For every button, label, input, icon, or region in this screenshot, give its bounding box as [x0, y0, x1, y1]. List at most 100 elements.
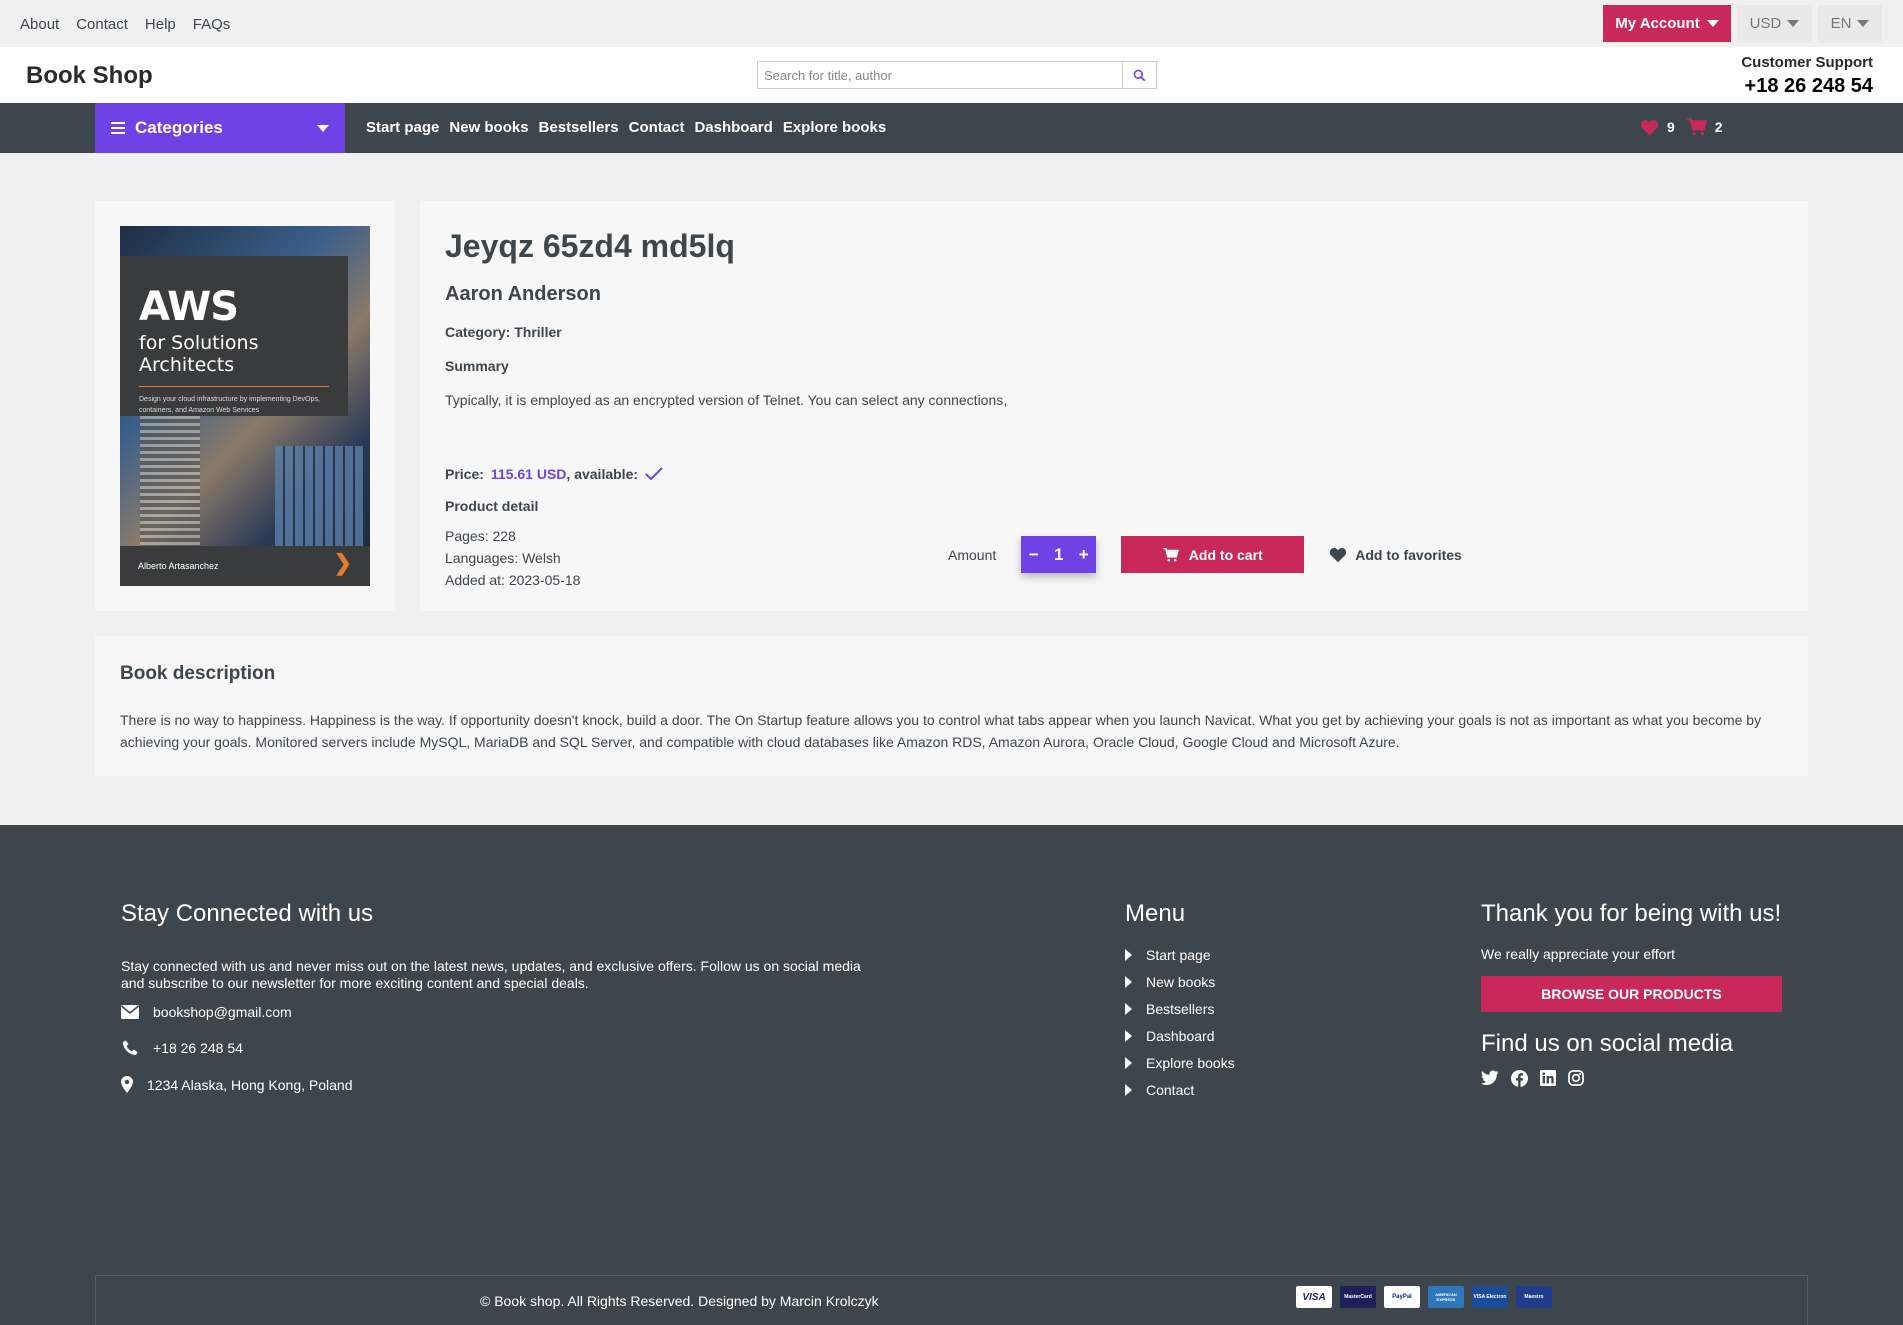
my-account-label: My Account [1615, 15, 1700, 32]
footer-menu-label: Dashboard [1146, 1027, 1215, 1044]
decrease-button[interactable]: − [1029, 545, 1039, 565]
top-bar: About Contact Help FAQs My Account USD E… [0, 0, 1903, 47]
add-to-favorites-button[interactable]: Add to favorites [1329, 547, 1462, 563]
quantity-value[interactable]: 1 [1054, 545, 1063, 565]
purchase-row: Amount − 1 + Add to cart Add to favorite… [948, 536, 1462, 573]
mastercard-icon: MasterCard [1340, 1286, 1376, 1308]
nav-icons: 9 2 [1640, 118, 1723, 136]
footer-menu-new-books[interactable]: New books [1125, 968, 1235, 995]
facebook-icon[interactable] [1511, 1070, 1528, 1087]
paypal-icon: PayPal [1384, 1286, 1420, 1308]
social-links [1481, 1070, 1782, 1087]
location-pin-icon [121, 1076, 133, 1093]
top-link-contact[interactable]: Contact [76, 16, 128, 33]
product-info-card: Jeyqz 65zd4 md5lq Aaron Anderson Categor… [420, 201, 1808, 611]
nav-contact[interactable]: Contact [629, 119, 685, 136]
footer-menu-dashboard[interactable]: Dashboard [1125, 1022, 1235, 1049]
chevron-down-icon [1857, 20, 1870, 27]
nav-links: Start page New books Bestsellers Contact… [366, 119, 886, 136]
nav-dashboard[interactable]: Dashboard [694, 119, 772, 136]
cart-count: 2 [1714, 119, 1723, 135]
footer-menu-label: Start page [1146, 946, 1211, 963]
footer-email-text[interactable]: bookshop@gmail.com [153, 1004, 292, 1020]
cart-icon[interactable] [1686, 118, 1707, 136]
categories-button[interactable]: Categories [95, 103, 345, 153]
caret-right-icon [1125, 1083, 1132, 1096]
price-row: Price: 115.61 USD , available: [445, 466, 663, 482]
caret-right-icon [1125, 1002, 1132, 1015]
maestro-icon: Maestro [1516, 1286, 1552, 1308]
my-account-button[interactable]: My Account [1603, 5, 1731, 42]
footer-menu-list: Start page New books Bestsellers Dashboa… [1125, 941, 1235, 1103]
twitter-icon[interactable] [1481, 1070, 1499, 1087]
caret-right-icon [1125, 948, 1132, 961]
chevron-down-icon [1787, 20, 1800, 27]
footer-menu: Menu Start page New books Bestsellers Da… [1125, 900, 1235, 1103]
available-label: , available: [566, 466, 639, 482]
top-link-help[interactable]: Help [145, 16, 176, 33]
support-label: Customer Support [1741, 54, 1873, 71]
heart-icon[interactable] [1640, 119, 1659, 136]
language-select[interactable]: EN [1818, 5, 1882, 42]
search-button[interactable] [1122, 62, 1156, 88]
book-cover: AWS for Solutions Architects Design your… [120, 226, 370, 586]
top-links: About Contact Help FAQs [20, 16, 230, 33]
footer-menu-contact[interactable]: Contact [1125, 1076, 1235, 1103]
summary-label: Summary [445, 358, 509, 374]
product-title: Jeyqz 65zd4 md5lq [445, 228, 735, 264]
nav-explore-books[interactable]: Explore books [783, 119, 886, 136]
currency-select[interactable]: USD [1737, 5, 1812, 42]
description-title: Book description [120, 663, 276, 684]
cover-panel: AWS for Solutions Architects Design your… [120, 256, 348, 416]
add-to-favorites-label: Add to favorites [1355, 546, 1462, 563]
menu-icon [111, 122, 125, 134]
instagram-icon[interactable] [1568, 1070, 1584, 1087]
language-value: EN [1830, 15, 1852, 32]
footer-menu-label: New books [1146, 973, 1216, 990]
header: Book Shop Customer Support +18 26 248 54 [0, 47, 1903, 103]
footer-phone-text: +18 26 248 54 [153, 1040, 243, 1056]
chevron-down-icon [317, 124, 329, 132]
stay-connected-text: Stay connected with us and never miss ou… [121, 958, 861, 991]
search-input[interactable] [758, 62, 1122, 88]
footer-menu-bestsellers[interactable]: Bestsellers [1125, 995, 1235, 1022]
nav-start-page[interactable]: Start page [366, 119, 439, 136]
phone-icon [122, 1040, 138, 1056]
nav-bestsellers[interactable]: Bestsellers [539, 119, 619, 136]
footer-thanks: Thank you for being with us! We really a… [1481, 900, 1782, 1087]
quantity-stepper: − 1 + [1021, 536, 1097, 573]
book-description-card: Book description There is no way to happ… [95, 636, 1808, 776]
cover-subtitle: for Solutions Architects [139, 332, 259, 376]
increase-button[interactable]: + [1079, 545, 1089, 565]
add-to-cart-button[interactable]: Add to cart [1121, 536, 1305, 573]
footer-menu-explore-books[interactable]: Explore books [1125, 1049, 1235, 1076]
linkedin-icon[interactable] [1540, 1070, 1556, 1087]
footer-menu-title: Menu [1125, 900, 1186, 927]
footer-stay-connected: Stay Connected with us Stay connected wi… [121, 900, 881, 1093]
footer: Stay Connected with us Stay connected wi… [0, 825, 1903, 1325]
detail-added: Added at: 2023-05-18 [445, 572, 581, 588]
cover-footer: Alberto Artasanchez [120, 546, 370, 586]
site-logo[interactable]: Book Shop [26, 62, 153, 90]
product-details: Pages: 228 Languages: Welsh Added at: 20… [445, 525, 580, 591]
search-icon [1133, 69, 1146, 81]
social-title: Find us on social media [1481, 1030, 1734, 1057]
price-label: Price: [445, 466, 484, 482]
footer-menu-label: Contact [1146, 1081, 1195, 1098]
chevron-down-icon [1706, 20, 1719, 27]
top-link-about[interactable]: About [20, 16, 59, 33]
browse-products-button[interactable]: BROWSE OUR PRODUCTS [1481, 976, 1782, 1012]
amex-icon: AMERICAN EXPRESS [1428, 1286, 1464, 1308]
cover-building-art [140, 416, 200, 546]
envelope-icon [121, 1005, 139, 1019]
top-link-faqs[interactable]: FAQs [193, 16, 231, 33]
footer-address: 1234 Alaska, Hong Kong, Poland [121, 1076, 881, 1093]
categories-label: Categories [135, 118, 223, 137]
nav-new-books[interactable]: New books [449, 119, 528, 136]
thanks-title: Thank you for being with us! [1481, 900, 1782, 927]
support-phone: +18 26 248 54 [1744, 75, 1873, 97]
footer-email: bookshop@gmail.com [121, 1004, 881, 1020]
visa-card-icon: VISA [1296, 1286, 1332, 1308]
footer-menu-start-page[interactable]: Start page [1125, 941, 1235, 968]
caret-right-icon [1125, 975, 1132, 988]
